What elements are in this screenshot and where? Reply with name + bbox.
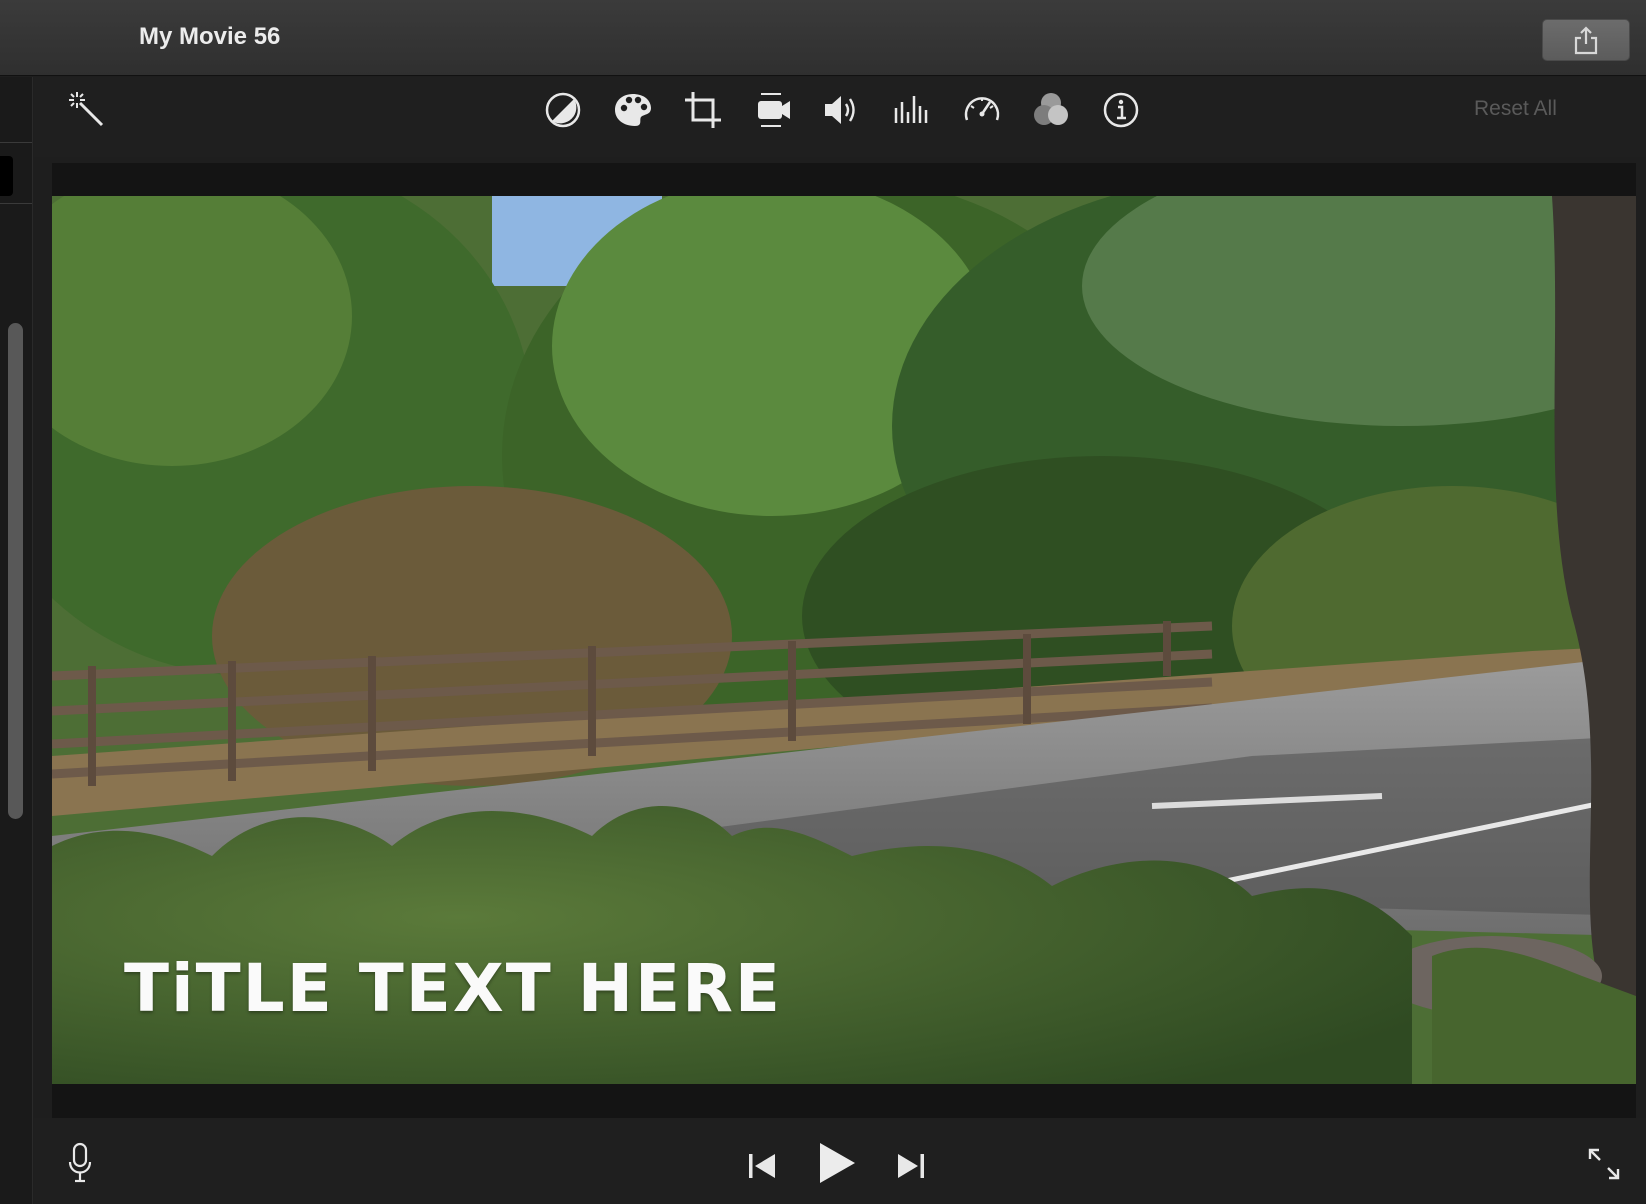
magic-wand-icon bbox=[69, 92, 104, 127]
reset-all-button[interactable]: Reset All bbox=[1474, 97, 1557, 121]
color-balance-icon bbox=[545, 92, 581, 128]
stabilization-button[interactable] bbox=[751, 88, 795, 132]
fullscreen-button[interactable] bbox=[1584, 1144, 1624, 1184]
movie-title: My Movie 56 bbox=[139, 23, 281, 50]
noise-reduction-button[interactable] bbox=[890, 88, 934, 132]
skip-back-icon bbox=[749, 1154, 775, 1178]
volume-icon bbox=[825, 96, 855, 124]
color-balance-button[interactable] bbox=[541, 88, 585, 132]
color-correction-button[interactable] bbox=[611, 88, 655, 132]
left-panel-marker bbox=[0, 156, 13, 196]
clip-filter-button[interactable] bbox=[1029, 88, 1073, 132]
skip-back-button[interactable] bbox=[742, 1146, 782, 1186]
play-icon bbox=[820, 1143, 855, 1183]
video-preview[interactable]: TiTLE TEXT HERE bbox=[52, 196, 1636, 1084]
left-panel-edge bbox=[0, 77, 33, 1204]
skip-forward-button[interactable] bbox=[891, 1146, 931, 1186]
info-icon bbox=[1103, 92, 1139, 128]
magic-wand-button[interactable] bbox=[64, 87, 108, 131]
skip-forward-icon bbox=[898, 1154, 924, 1178]
stabilization-icon bbox=[758, 93, 790, 127]
share-icon bbox=[1574, 26, 1598, 55]
volume-button[interactable] bbox=[820, 88, 864, 132]
title-bar: My Movie 56 bbox=[0, 0, 1646, 76]
color-correction-icon bbox=[615, 94, 651, 126]
speed-button[interactable] bbox=[960, 88, 1004, 132]
fullscreen-icon bbox=[1588, 1148, 1620, 1180]
share-button[interactable] bbox=[1542, 19, 1630, 61]
crop-button[interactable] bbox=[681, 88, 725, 132]
voiceover-button[interactable] bbox=[58, 1140, 102, 1186]
play-button[interactable] bbox=[814, 1138, 860, 1188]
adjustments-toolbar bbox=[34, 77, 1646, 157]
clip-filter-icon bbox=[1034, 93, 1068, 125]
title-overlay-text[interactable]: TiTLE TEXT HERE bbox=[124, 950, 782, 1027]
crop-icon bbox=[685, 92, 721, 128]
speed-icon bbox=[964, 97, 1000, 121]
info-button[interactable] bbox=[1099, 88, 1143, 132]
playback-controls bbox=[34, 1118, 1646, 1204]
noise-reduction-equalizer-icon bbox=[894, 96, 928, 123]
microphone-icon bbox=[68, 1142, 92, 1183]
left-scrollbar[interactable] bbox=[8, 323, 23, 819]
